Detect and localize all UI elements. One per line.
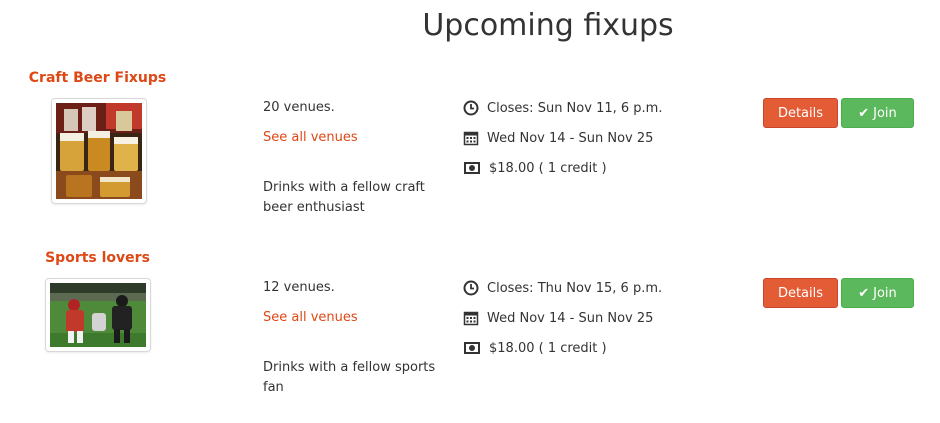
fixup-card: Craft Beer Fixups 20 venues. See all ven…	[0, 68, 940, 248]
details-button[interactable]: Details	[763, 98, 838, 128]
closes-row: Closes: Thu Nov 15, 6 p.m.	[463, 278, 662, 298]
price-row: $18.00 ( 1 credit )	[463, 158, 607, 178]
price-row: $18.00 ( 1 credit )	[463, 338, 607, 358]
join-label: Join	[873, 105, 897, 121]
money-icon	[464, 342, 480, 354]
money-icon	[464, 162, 480, 174]
page-title: Upcoming fixups	[422, 8, 674, 43]
clock-icon	[463, 280, 479, 296]
join-label: Join	[873, 285, 897, 301]
join-button[interactable]: ✔ Join	[841, 98, 914, 128]
price-text: $18.00 ( 1 credit )	[489, 340, 607, 356]
closes-text: Closes: Sun Nov 11, 6 p.m.	[487, 100, 663, 116]
check-icon: ✔	[858, 105, 870, 121]
dates-text: Wed Nov 14 - Sun Nov 25	[487, 130, 654, 146]
venue-count: 20 venues.	[263, 100, 335, 115]
football-game-photo	[50, 283, 146, 347]
beer-glasses-photo	[56, 103, 142, 199]
details-button[interactable]: Details	[763, 278, 838, 308]
dates-row: Wed Nov 14 - Sun Nov 25	[463, 308, 653, 328]
fixup-name[interactable]: Craft Beer Fixups	[0, 70, 195, 86]
dates-row: Wed Nov 14 - Sun Nov 25	[463, 128, 653, 148]
join-button[interactable]: ✔ Join	[841, 278, 914, 308]
price-text: $18.00 ( 1 credit )	[489, 160, 607, 176]
fixup-thumbnail[interactable]	[45, 278, 151, 352]
fixup-description: Drinks with a fellow craft beer enthusia…	[263, 180, 425, 215]
closes-text: Closes: Thu Nov 15, 6 p.m.	[487, 280, 663, 296]
calendar-icon	[463, 131, 479, 146]
clock-icon	[463, 100, 479, 116]
venue-count: 12 venues.	[263, 280, 335, 295]
see-all-venues-link[interactable]: See all venues	[263, 308, 358, 328]
fixup-thumbnail[interactable]	[51, 98, 147, 204]
dates-text: Wed Nov 14 - Sun Nov 25	[487, 310, 654, 326]
fixup-description: Drinks with a fellow sports fan	[263, 360, 436, 395]
fixup-name[interactable]: Sports lovers	[0, 250, 195, 266]
fixup-card: Sports lovers 12 venues. See all venues …	[0, 248, 940, 423]
calendar-icon	[463, 311, 479, 326]
closes-row: Closes: Sun Nov 11, 6 p.m.	[463, 98, 662, 118]
check-icon: ✔	[858, 285, 870, 301]
see-all-venues-link[interactable]: See all venues	[263, 128, 358, 148]
